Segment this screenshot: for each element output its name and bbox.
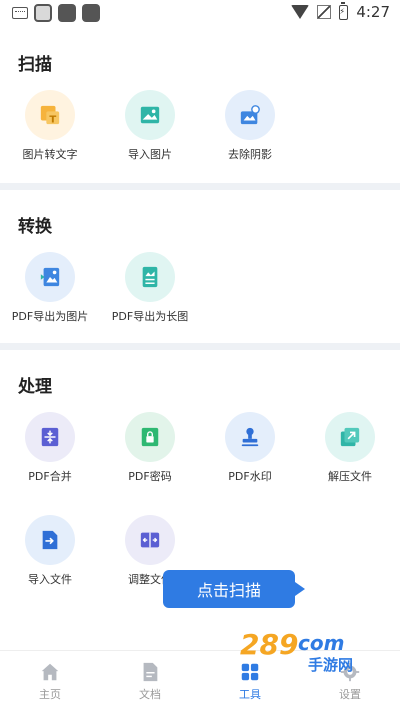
section-divider: [0, 343, 400, 350]
tab-home[interactable]: 主页: [0, 651, 100, 711]
tool-import-file[interactable]: 导入文件: [0, 515, 100, 587]
tool-image-to-text[interactable]: T 图片转文字: [0, 90, 100, 162]
remove-shadow-icon: [240, 105, 260, 125]
home-icon: [41, 663, 59, 680]
import-image-icon: [140, 106, 160, 124]
section-divider: [0, 183, 400, 190]
tool-label: PDF密码: [128, 470, 172, 483]
tool-label: 去除阴影: [228, 148, 272, 161]
tool-import-image[interactable]: 导入图片: [100, 90, 200, 162]
convert-section: 转换 PDF导出为图片 PDF导出为长图: [0, 190, 400, 343]
scan-tooltip[interactable]: 点击扫描: [163, 570, 305, 608]
tool-label: 解压文件: [328, 470, 372, 483]
tab-label: 工具: [239, 687, 261, 701]
tool-pdf-watermark[interactable]: PDF水印: [200, 412, 300, 484]
tab-documents[interactable]: 文档: [100, 651, 200, 711]
clock: 4:27: [356, 3, 390, 21]
bottom-tab-bar: 主页 文档 工具 设置: [0, 650, 400, 711]
section-title-convert: 转换: [18, 217, 52, 237]
app-notification-icon: [58, 4, 76, 22]
tab-label: 文档: [139, 687, 161, 701]
wifi-icon: [291, 5, 310, 19]
tool-label: PDF合并: [28, 470, 72, 483]
tool-pdf-to-long-image[interactable]: PDF导出为长图: [100, 252, 200, 324]
app-notification-icon: [34, 4, 52, 22]
pdf-lock-icon: [141, 427, 159, 447]
section-title-scan: 扫描: [18, 55, 52, 75]
pdf-to-image-icon: [40, 267, 60, 287]
status-bar: 4:27: [0, 0, 400, 28]
settings-icon: [340, 662, 360, 681]
tool-label: PDF导出为图片: [11, 310, 89, 323]
tab-tools[interactable]: 工具: [200, 651, 300, 711]
section-title-process: 处理: [18, 377, 52, 397]
tool-pdf-to-image[interactable]: PDF导出为图片: [0, 252, 100, 324]
app-notification-icon: [82, 4, 100, 22]
no-signal-icon: [317, 5, 332, 19]
tools-icon: [241, 663, 259, 680]
scan-section: 扫描 T 图片转文字 导入图片 去除阴影: [0, 28, 400, 183]
image-to-text-icon: T: [40, 105, 60, 125]
tab-label: 主页: [39, 687, 61, 701]
tool-unzip-file[interactable]: 解压文件: [300, 412, 400, 484]
keyboard-icon: [12, 7, 28, 19]
battery-charging-icon: [339, 1, 349, 20]
import-file-icon: [42, 530, 58, 550]
svg-text:T: T: [49, 114, 56, 125]
pdf-merge-icon: [41, 427, 59, 447]
tool-label: 图片转文字: [22, 148, 78, 161]
pdf-to-long-image-icon: [142, 266, 158, 288]
tool-remove-shadow[interactable]: 去除阴影: [200, 90, 300, 162]
tool-label: 导入图片: [128, 148, 172, 161]
pdf-stamp-icon: [241, 427, 259, 447]
adjust-file-icon: [140, 532, 160, 548]
tool-label: PDF水印: [228, 470, 272, 483]
tab-settings[interactable]: 设置: [300, 651, 400, 711]
tool-pdf-password[interactable]: PDF密码: [100, 412, 200, 484]
document-icon: [143, 662, 158, 681]
tool-label: 导入文件: [28, 573, 72, 586]
tab-label: 设置: [339, 687, 361, 701]
tool-pdf-merge[interactable]: PDF合并: [0, 412, 100, 484]
tooltip-text: 点击扫描: [196, 581, 261, 600]
tool-label: PDF导出为长图: [111, 310, 189, 323]
unzip-icon: [340, 427, 360, 447]
